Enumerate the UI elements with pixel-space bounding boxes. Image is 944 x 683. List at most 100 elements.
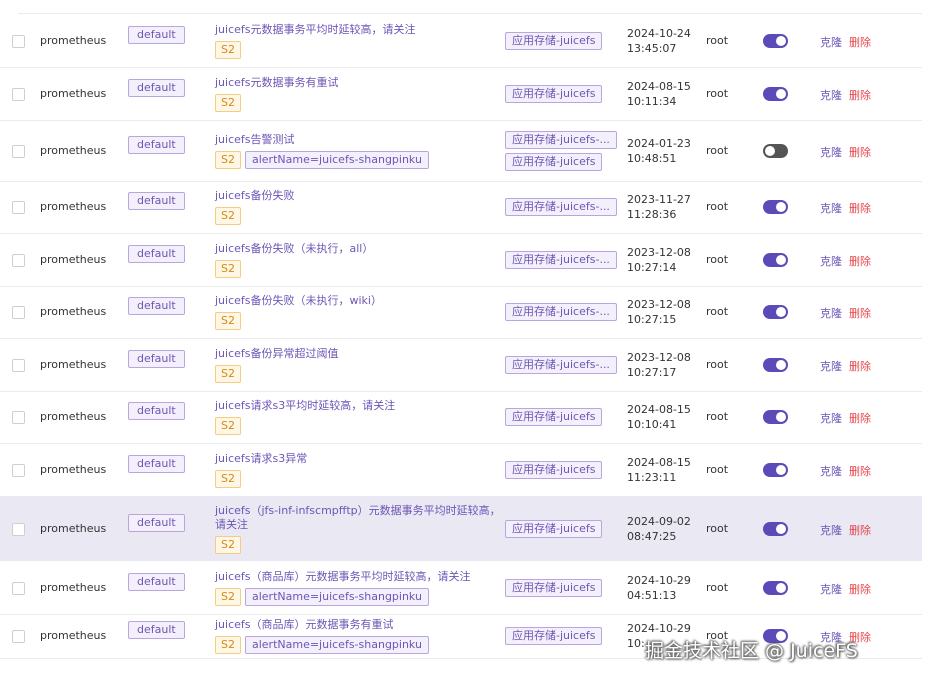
enable-toggle[interactable] <box>763 252 788 267</box>
enable-toggle[interactable] <box>763 410 788 424</box>
clone-button[interactable]: 克隆 <box>820 522 842 538</box>
table-row[interactable]: prometheus default juicefs告警测试 S2 alertName=… <box>0 120 922 182</box>
severity-badge: S2 <box>215 312 241 330</box>
source-label: prometheus <box>40 252 107 266</box>
enable-toggle[interactable] <box>763 580 788 595</box>
rule-title[interactable]: juicefs备份失败 <box>215 189 295 203</box>
severity-badge: S2 <box>215 588 241 606</box>
delete-button[interactable]: 删除 <box>849 581 871 597</box>
updated-by: root <box>706 357 729 371</box>
rule-title[interactable]: juicefs（商品库）元数据事务有重试 <box>215 618 394 632</box>
table-row[interactable]: prometheus default juicefs请求s3异常 S2 应用存储-jui… <box>0 443 922 497</box>
clone-button[interactable]: 克隆 <box>820 410 842 426</box>
rule-title[interactable]: juicefs（商品库）元数据事务平均时延较高，请关注 <box>215 570 471 584</box>
namespace-tag: default <box>128 244 185 263</box>
rule-tags: S2 <box>215 417 241 435</box>
clone-button[interactable]: 克隆 <box>820 305 842 321</box>
rule-tags: S2 <box>215 41 241 59</box>
clone-button[interactable]: 克隆 <box>820 253 842 269</box>
table-row[interactable]: prometheus default juicefs备份异常超过阈值 S2 应用存储-j… <box>0 338 922 392</box>
rule-tags: S2 <box>215 536 241 554</box>
clone-button[interactable]: 克隆 <box>820 34 842 50</box>
table-row[interactable]: prometheus default juicefs备份失败（未执行，wiki） S2… <box>0 286 922 339</box>
table-top-divider <box>18 13 922 14</box>
row-checkbox[interactable] <box>12 88 25 101</box>
severity-badge: S2 <box>215 365 241 383</box>
severity-badge: S2 <box>215 260 241 278</box>
group-tag: 应用存储-juicefs <box>505 461 603 479</box>
delete-button[interactable]: 删除 <box>849 34 871 50</box>
rule-tags: S2 alertName=juicefs-shangpinku <box>215 636 429 654</box>
rule-title[interactable]: juicefs元数据事务平均时延较高，请关注 <box>215 23 416 37</box>
toggle-knob <box>776 582 786 593</box>
row-checkbox[interactable] <box>12 253 25 267</box>
rule-title[interactable]: juicefs备份失败（未执行，all） <box>215 242 373 256</box>
rule-title[interactable]: juicefs备份失败（未执行，wiki） <box>215 294 382 308</box>
clone-button[interactable]: 克隆 <box>820 358 842 374</box>
delete-button[interactable]: 删除 <box>849 144 871 160</box>
updated-by: root <box>706 252 729 266</box>
enable-toggle[interactable] <box>763 521 788 536</box>
rule-title[interactable]: juicefs（jfs-inf-infscmpfftp）元数据事务平均时延较高，… <box>215 504 501 532</box>
row-checkbox[interactable] <box>12 522 25 536</box>
source-label: prometheus <box>40 580 107 594</box>
source-label: prometheus <box>40 305 107 318</box>
row-checkbox[interactable] <box>12 411 25 424</box>
delete-button[interactable]: 删除 <box>849 200 871 216</box>
table-row[interactable]: prometheus default juicefs（商品库）元数据事务平均时延较高… <box>0 561 922 615</box>
enable-toggle[interactable] <box>763 357 788 372</box>
clone-button[interactable]: 克隆 <box>820 144 842 160</box>
table-row[interactable]: prometheus default juicefs备份失败 S2 应用存储-juice… <box>0 181 922 234</box>
row-checkbox[interactable] <box>12 35 25 48</box>
rule-title[interactable]: juicefs请求s3异常 <box>215 452 307 466</box>
table-row[interactable]: prometheus default juicefs备份失败（未执行，all） S2 应… <box>0 233 922 287</box>
updated-time: 2023-12-08 10:27:17 <box>627 350 691 379</box>
row-checkbox[interactable] <box>12 358 25 372</box>
rule-tags: S2 <box>215 470 241 488</box>
updated-time: 2023-12-08 10:27:14 <box>627 245 691 274</box>
row-checkbox[interactable] <box>12 306 25 319</box>
row-checkbox[interactable] <box>12 201 25 214</box>
row-checkbox[interactable] <box>12 581 25 595</box>
rule-tags: S2 alertName=juicefs-shangpinku <box>215 588 429 606</box>
group-tag: 应用存储-juicefs <box>505 520 603 538</box>
updated-time: 2024-10-24 13:45:07 <box>627 27 691 55</box>
delete-button[interactable]: 删除 <box>849 305 871 321</box>
delete-button[interactable]: 删除 <box>849 358 871 374</box>
enable-toggle[interactable] <box>763 87 788 101</box>
table-row[interactable]: prometheus default juicefs请求s3平均时延较高，请关注 S2… <box>0 391 922 444</box>
rule-title[interactable]: juicefs告警测试 <box>215 133 295 147</box>
table-row[interactable]: prometheus default juicefs（jfs-inf-infscmp… <box>0 496 922 561</box>
namespace-tag: default <box>128 79 185 97</box>
table-row[interactable]: prometheus default juicefs元数据事务平均时延较高，请关注 S… <box>0 15 922 68</box>
source-label: prometheus <box>40 410 107 423</box>
enable-toggle[interactable] <box>763 462 788 477</box>
rule-tags: S2 <box>215 312 241 330</box>
clone-button[interactable]: 克隆 <box>820 87 842 103</box>
row-checkbox[interactable] <box>12 463 25 477</box>
rule-title[interactable]: juicefs备份异常超过阈值 <box>215 347 339 361</box>
delete-button[interactable]: 删除 <box>849 410 871 426</box>
namespace-tag: default <box>128 402 185 420</box>
rule-title[interactable]: juicefs元数据事务有重试 <box>215 76 339 90</box>
row-checkbox[interactable] <box>12 144 25 158</box>
delete-button[interactable]: 删除 <box>849 253 871 269</box>
delete-button[interactable]: 删除 <box>849 522 871 538</box>
updated-time: 2024-09-02 08:47:25 <box>627 514 691 543</box>
delete-button[interactable]: 删除 <box>849 87 871 103</box>
enable-toggle[interactable] <box>763 34 788 48</box>
enable-toggle[interactable] <box>763 143 788 158</box>
group-tag: 应用存储-juicefs <box>505 627 603 645</box>
clone-button[interactable]: 克隆 <box>820 200 842 216</box>
updated-by: root <box>706 580 729 594</box>
rule-title[interactable]: juicefs请求s3平均时延较高，请关注 <box>215 399 395 413</box>
enable-toggle[interactable] <box>763 200 788 214</box>
source-label: prometheus <box>40 87 107 100</box>
toggle-knob <box>776 359 786 370</box>
enable-toggle[interactable] <box>763 305 788 319</box>
clone-button[interactable]: 克隆 <box>820 463 842 479</box>
delete-button[interactable]: 删除 <box>849 463 871 479</box>
clone-button[interactable]: 克隆 <box>820 581 842 597</box>
table-row[interactable]: prometheus default juicefs元数据事务有重试 S2 应用存储-j… <box>0 68 922 121</box>
row-checkbox[interactable] <box>12 630 25 643</box>
